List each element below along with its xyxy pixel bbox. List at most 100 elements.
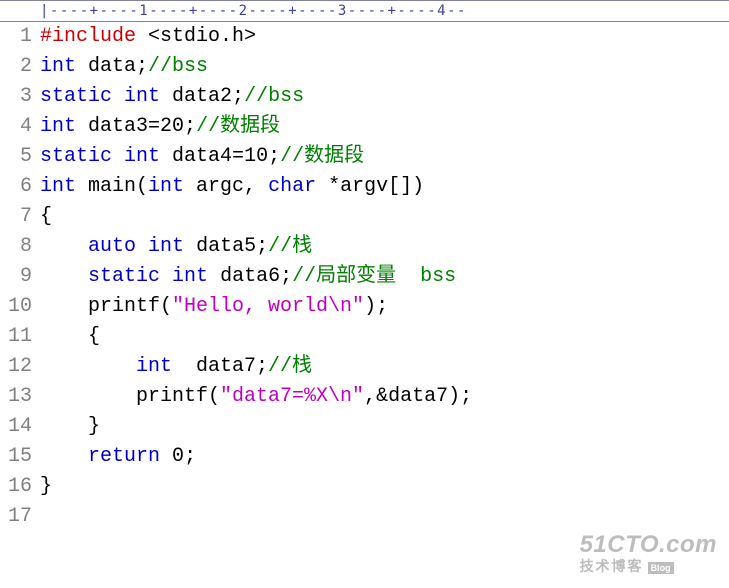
code-line[interactable]: printf("Hello, world\n");: [40, 292, 729, 322]
token: int: [124, 145, 160, 168]
token: main(: [76, 175, 148, 198]
token: data6;: [208, 265, 292, 288]
token: //bss: [244, 85, 304, 108]
line-number: 13: [0, 382, 32, 412]
line-number: 14: [0, 412, 32, 442]
token: <stdio.h>: [136, 25, 256, 48]
token: [40, 235, 88, 258]
line-number-gutter: 1234567891011121314151617: [0, 22, 40, 532]
token: );: [364, 295, 388, 318]
token: }: [40, 475, 52, 498]
line-number: 11: [0, 322, 32, 352]
token: int: [40, 115, 76, 138]
token: char: [268, 175, 316, 198]
line-number: 15: [0, 442, 32, 472]
column-ruler: |----+----1----+----2----+----3----+----…: [0, 0, 729, 22]
token: 0: [172, 445, 184, 468]
watermark: 51CTO.com 技术博客 Blog: [580, 532, 717, 574]
code-line[interactable]: [40, 502, 729, 532]
line-number: 3: [0, 82, 32, 112]
token: printf(: [40, 385, 220, 408]
token: ,&data7);: [364, 385, 472, 408]
token: int: [172, 265, 208, 288]
code-editor[interactable]: 1234567891011121314151617 #include <stdi…: [0, 22, 729, 532]
watermark-blog-badge: Blog: [648, 562, 674, 574]
token: 10: [244, 145, 268, 168]
token: int: [40, 175, 76, 198]
line-number: 10: [0, 292, 32, 322]
code-line[interactable]: printf("data7=%X\n",&data7);: [40, 382, 729, 412]
token: [136, 235, 148, 258]
token: ;: [184, 115, 196, 138]
token: return: [88, 445, 160, 468]
token: int: [148, 175, 184, 198]
token: [160, 445, 172, 468]
line-number: 4: [0, 112, 32, 142]
token: [160, 265, 172, 288]
code-line[interactable]: return 0;: [40, 442, 729, 472]
token: "Hello, world\n": [172, 295, 364, 318]
token: [112, 85, 124, 108]
token: //bss: [148, 55, 208, 78]
line-number: 6: [0, 172, 32, 202]
line-number: 1: [0, 22, 32, 52]
token: {: [40, 325, 100, 348]
code-line[interactable]: static int data6;//局部变量 bss: [40, 262, 729, 292]
token: data5;: [184, 235, 268, 258]
token: *argv[]): [316, 175, 424, 198]
code-line[interactable]: #include <stdio.h>: [40, 22, 729, 52]
token: [40, 445, 88, 468]
token: ;: [184, 445, 196, 468]
code-line[interactable]: int data;//bss: [40, 52, 729, 82]
code-line[interactable]: {: [40, 202, 729, 232]
token: [112, 145, 124, 168]
token: [40, 265, 88, 288]
code-line[interactable]: static int data2;//bss: [40, 82, 729, 112]
token: }: [40, 415, 100, 438]
ruler-text: |----+----1----+----2----+----3----+----…: [40, 3, 467, 19]
token: static: [40, 85, 112, 108]
line-number: 7: [0, 202, 32, 232]
watermark-site: 51CTO.com: [580, 532, 717, 558]
code-line[interactable]: {: [40, 322, 729, 352]
code-line[interactable]: int data7;//栈: [40, 352, 729, 382]
code-line[interactable]: }: [40, 412, 729, 442]
line-number: 2: [0, 52, 32, 82]
token: {: [40, 205, 52, 228]
code-line[interactable]: int data3=20;//数据段: [40, 112, 729, 142]
token: int: [124, 85, 160, 108]
token: data2;: [160, 85, 244, 108]
token: //数据段: [280, 145, 364, 168]
line-number: 8: [0, 232, 32, 262]
token: ;: [268, 145, 280, 168]
line-number: 16: [0, 472, 32, 502]
token: data;: [76, 55, 148, 78]
watermark-tagline: 技术博客 Blog: [580, 559, 717, 574]
token: auto: [88, 235, 136, 258]
line-number: 9: [0, 262, 32, 292]
token: static: [88, 265, 160, 288]
token: int: [136, 355, 172, 378]
token: #include: [40, 25, 136, 48]
token: //局部变量 bss: [292, 265, 456, 288]
code-line[interactable]: int main(int argc, char *argv[]): [40, 172, 729, 202]
token: //数据段: [196, 115, 280, 138]
token: //栈: [268, 355, 312, 378]
token: int: [148, 235, 184, 258]
token: [40, 355, 136, 378]
watermark-tagline-text: 技术博客: [580, 558, 644, 574]
token: data3=: [76, 115, 160, 138]
line-number: 5: [0, 142, 32, 172]
line-number: 12: [0, 352, 32, 382]
token: static: [40, 145, 112, 168]
code-line[interactable]: auto int data5;//栈: [40, 232, 729, 262]
code-area[interactable]: #include <stdio.h>int data;//bssstatic i…: [40, 22, 729, 532]
line-number: 17: [0, 502, 32, 532]
code-line[interactable]: }: [40, 472, 729, 502]
code-line[interactable]: static int data4=10;//数据段: [40, 142, 729, 172]
token: argc,: [184, 175, 268, 198]
token: printf(: [40, 295, 172, 318]
token: "data7=%X\n": [220, 385, 364, 408]
token: 20: [160, 115, 184, 138]
token: data7;: [172, 355, 268, 378]
